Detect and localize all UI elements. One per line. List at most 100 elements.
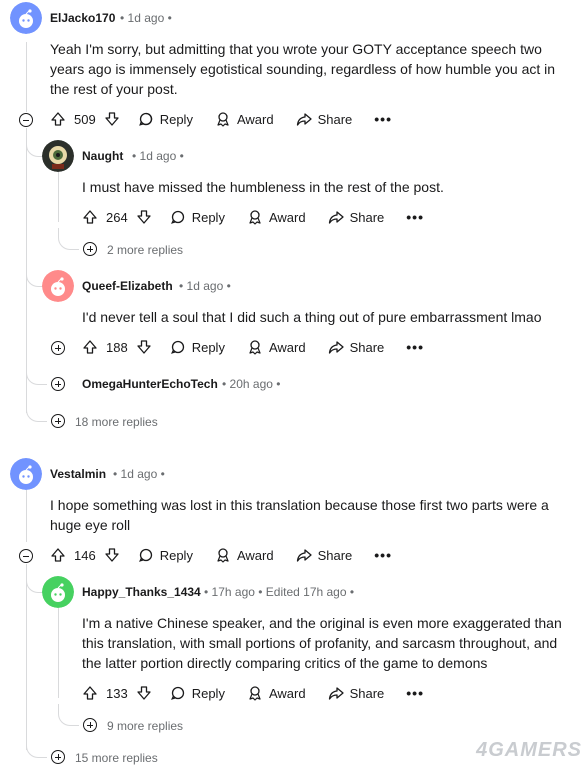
- comment-body: Yeah I'm sorry, but admitting that you w…: [50, 41, 556, 97]
- comment-actions: 146 Reply Award Share •••: [50, 543, 414, 567]
- award-button[interactable]: Award: [247, 685, 306, 701]
- vote-count: 188: [106, 339, 128, 355]
- award-icon: [249, 340, 261, 355]
- upvote-icon[interactable]: [50, 547, 66, 563]
- thread-line: [58, 172, 59, 222]
- share-icon: [328, 687, 344, 700]
- timestamp: • 1d ago •: [120, 11, 172, 25]
- upvote-icon[interactable]: [82, 339, 98, 355]
- timestamp: • 1d ago •: [132, 149, 184, 163]
- expand-replies-button[interactable]: [83, 718, 97, 732]
- more-replies-link[interactable]: 18 more replies: [75, 415, 158, 429]
- award-button[interactable]: Award: [215, 547, 274, 563]
- comment-body: I'm a native Chinese speaker, and the or…: [82, 615, 562, 671]
- avatar[interactable]: [42, 270, 74, 302]
- award-button[interactable]: Award: [247, 339, 306, 355]
- more-replies-link[interactable]: 15 more replies: [75, 751, 158, 765]
- share-button[interactable]: Share: [328, 685, 384, 701]
- reply-button[interactable]: Reply: [170, 339, 225, 355]
- downvote-icon[interactable]: [104, 111, 120, 127]
- comment-body: I hope something was lost in this transl…: [50, 497, 549, 533]
- award-icon: [217, 112, 229, 127]
- vote-group: 264: [82, 209, 152, 225]
- reply-button[interactable]: Reply: [170, 685, 225, 701]
- downvote-icon[interactable]: [136, 685, 152, 701]
- award-button[interactable]: Award: [215, 111, 274, 127]
- downvote-icon[interactable]: [136, 209, 152, 225]
- comment-actions: 264 Reply Award Share •••: [82, 205, 446, 229]
- reply-button[interactable]: Reply: [138, 111, 193, 127]
- expand-replies-button[interactable]: [51, 414, 65, 428]
- overflow-menu-button[interactable]: •••: [374, 111, 392, 127]
- overflow-menu-button[interactable]: •••: [406, 209, 424, 225]
- timestamp: • 1d ago •: [179, 279, 231, 293]
- thread-line: [26, 564, 27, 750]
- share-button[interactable]: Share: [296, 547, 352, 563]
- award-icon: [249, 210, 261, 225]
- thread-line: [58, 608, 59, 698]
- downvote-icon[interactable]: [104, 547, 120, 563]
- downvote-icon[interactable]: [136, 339, 152, 355]
- reply-icon: [170, 210, 184, 224]
- thread-connector: [26, 270, 43, 287]
- share-button[interactable]: Share: [328, 209, 384, 225]
- comment-body: I must have missed the humbleness in the…: [82, 179, 444, 195]
- thread-connector: [58, 704, 79, 726]
- vote-count: 509: [74, 111, 96, 127]
- share-icon: [296, 113, 312, 126]
- overflow-menu-button[interactable]: •••: [374, 547, 392, 563]
- upvote-icon[interactable]: [82, 209, 98, 225]
- expand-replies-button[interactable]: [51, 750, 65, 764]
- thread-connector: [58, 228, 79, 250]
- avatar[interactable]: [10, 458, 42, 490]
- expand-replies-button[interactable]: [83, 242, 97, 256]
- vote-count: 133: [106, 685, 128, 701]
- username[interactable]: Happy_Thanks_1434: [82, 585, 201, 599]
- comment-actions: 509 Reply Award Share •••: [50, 107, 414, 131]
- username[interactable]: Queef-Elizabeth: [82, 279, 173, 293]
- share-icon: [328, 341, 344, 354]
- upvote-icon[interactable]: [82, 685, 98, 701]
- vote-group: 133: [82, 685, 152, 701]
- reply-button[interactable]: Reply: [170, 209, 225, 225]
- more-replies-link[interactable]: 9 more replies: [107, 719, 183, 733]
- thread-connector: [26, 370, 47, 385]
- avatar[interactable]: [42, 140, 74, 172]
- vote-count: 264: [106, 209, 128, 225]
- collapse-thread-button[interactable]: [19, 549, 33, 563]
- overflow-menu-button[interactable]: •••: [406, 339, 424, 355]
- comment-actions: 133 Reply Award Share •••: [82, 681, 446, 705]
- award-icon: [249, 686, 261, 701]
- share-icon: [328, 211, 344, 224]
- reply-button[interactable]: Reply: [138, 547, 193, 563]
- comment-body: I'd never tell a soul that I did such a …: [82, 309, 542, 325]
- thread-line: [26, 42, 27, 112]
- thread-connector: [26, 736, 47, 758]
- timestamp: • 1d ago •: [113, 467, 165, 481]
- more-replies-link[interactable]: 2 more replies: [107, 243, 183, 257]
- thread-line: [26, 490, 27, 542]
- collapse-thread-button[interactable]: [19, 113, 33, 127]
- overflow-menu-button[interactable]: •••: [406, 685, 424, 701]
- share-button[interactable]: Share: [296, 111, 352, 127]
- share-button[interactable]: Share: [328, 339, 384, 355]
- timestamp: • 20h ago •: [222, 377, 281, 391]
- reply-icon: [170, 686, 184, 700]
- username[interactable]: OmegaHunterEchoTech: [82, 377, 218, 391]
- avatar[interactable]: [10, 2, 42, 34]
- avatar[interactable]: [42, 576, 74, 608]
- thread-connector: [26, 140, 43, 157]
- username[interactable]: Naught: [82, 149, 123, 163]
- thread-connector: [26, 400, 47, 422]
- watermark-logo: 4GAMERS: [476, 739, 582, 761]
- username[interactable]: ElJacko170: [50, 11, 115, 25]
- comment-actions: 188 Reply Award Share •••: [82, 335, 446, 359]
- username[interactable]: Vestalmin: [50, 467, 106, 481]
- expand-comment-button[interactable]: [51, 377, 65, 391]
- award-button[interactable]: Award: [247, 209, 306, 225]
- share-icon: [296, 549, 312, 562]
- reply-icon: [170, 340, 184, 354]
- upvote-icon[interactable]: [50, 111, 66, 127]
- reply-icon: [138, 112, 152, 126]
- expand-thread-button[interactable]: [51, 341, 65, 355]
